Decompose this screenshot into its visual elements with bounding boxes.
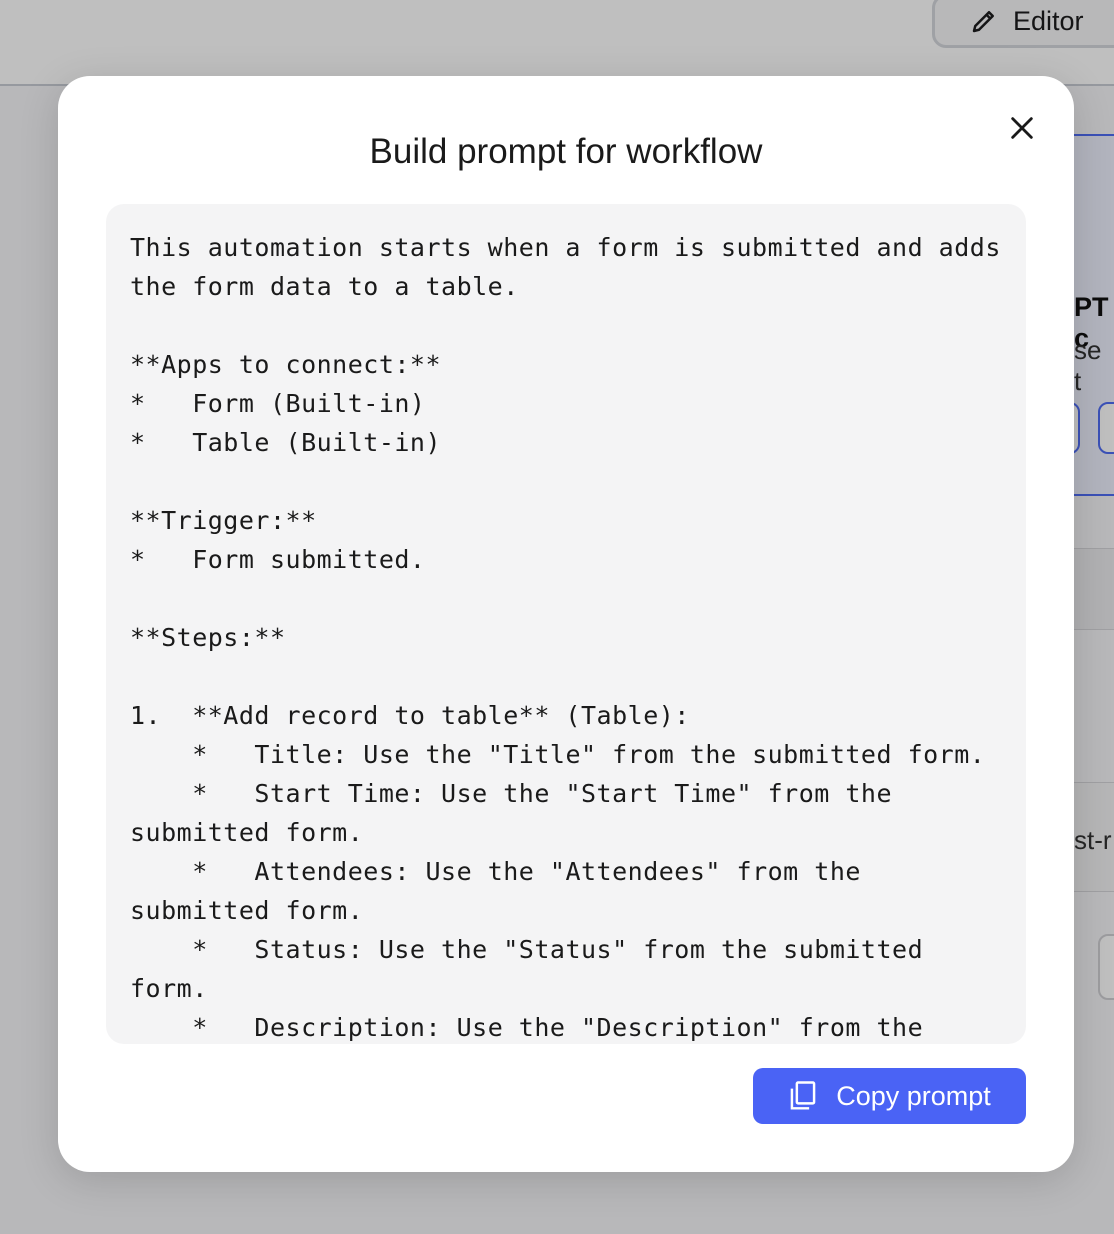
- build-prompt-dialog: Build prompt for workflow This automatio…: [58, 76, 1074, 1172]
- prompt-preview[interactable]: This automation starts when a form is su…: [106, 204, 1026, 1044]
- copy-prompt-button[interactable]: Copy prompt: [753, 1068, 1026, 1124]
- copy-prompt-label: Copy prompt: [836, 1080, 991, 1111]
- prompt-text: This automation starts when a form is su…: [130, 233, 1001, 1042]
- dialog-title: Build prompt for workflow: [369, 132, 763, 171]
- copy-icon: [790, 1081, 816, 1110]
